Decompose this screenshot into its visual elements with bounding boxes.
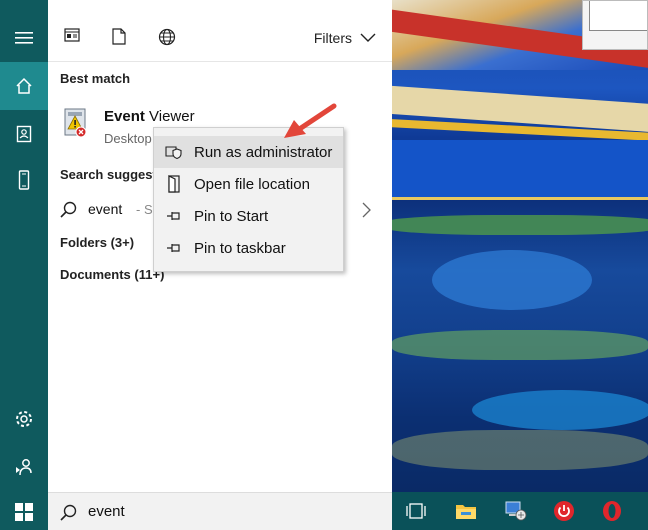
home-icon[interactable] <box>0 62 48 110</box>
hamburger-icon[interactable] <box>0 14 48 62</box>
feedback-icon[interactable] <box>0 443 48 491</box>
best-match-type: Desktop <box>104 131 152 146</box>
file-explorer-icon[interactable] <box>446 492 486 530</box>
folder-open-icon <box>154 175 194 193</box>
search-icon <box>60 201 77 218</box>
event-viewer-app-icon <box>64 108 87 138</box>
background-window[interactable] <box>582 0 648 50</box>
start-left-strip <box>0 0 48 530</box>
windows-start-icon[interactable] <box>0 488 48 530</box>
pin-icon <box>154 241 194 255</box>
phone-icon[interactable] <box>0 156 48 204</box>
search-scope-toolbar: Filters <box>48 0 392 62</box>
annotation-arrow-icon <box>284 103 337 138</box>
documents-heading[interactable]: Documents (11+) <box>60 267 164 282</box>
desktop-background <box>392 0 648 492</box>
best-match-title: Event Viewer <box>104 108 195 125</box>
web-icon[interactable] <box>158 28 176 49</box>
menu-item-pin-to-taskbar[interactable]: Pin to taskbar <box>154 232 343 264</box>
shield-icon <box>154 144 194 160</box>
suggestion-query: event <box>88 201 123 217</box>
search-suggestions-heading: Search suggesti <box>60 167 161 182</box>
filters-dropdown[interactable]: Filters <box>314 30 376 46</box>
search-icon <box>60 504 77 521</box>
documents-icon[interactable] <box>112 28 126 48</box>
menu-item-open-file-location[interactable]: Open file location <box>154 168 343 200</box>
filters-label: Filters <box>313 30 352 46</box>
chevron-down-icon <box>360 33 376 42</box>
task-view-icon[interactable] <box>396 492 436 530</box>
taskbar <box>392 492 648 530</box>
power-app-icon[interactable] <box>544 492 584 530</box>
notebook-icon[interactable] <box>0 110 48 158</box>
pin-icon <box>154 209 194 223</box>
search-input[interactable]: event <box>88 503 125 520</box>
chevron-right-icon[interactable] <box>361 202 371 218</box>
context-menu: Run as administrator Open file location … <box>153 127 344 272</box>
best-match-heading: Best match <box>60 71 131 86</box>
network-app-icon[interactable] <box>496 492 536 530</box>
search-box[interactable]: event <box>48 492 392 530</box>
opera-icon[interactable] <box>592 492 632 530</box>
apps-icon[interactable] <box>64 28 80 45</box>
settings-icon[interactable] <box>0 395 48 443</box>
menu-item-pin-to-start[interactable]: Pin to Start <box>154 200 343 232</box>
folders-heading[interactable]: Folders (3+) <box>60 235 134 250</box>
